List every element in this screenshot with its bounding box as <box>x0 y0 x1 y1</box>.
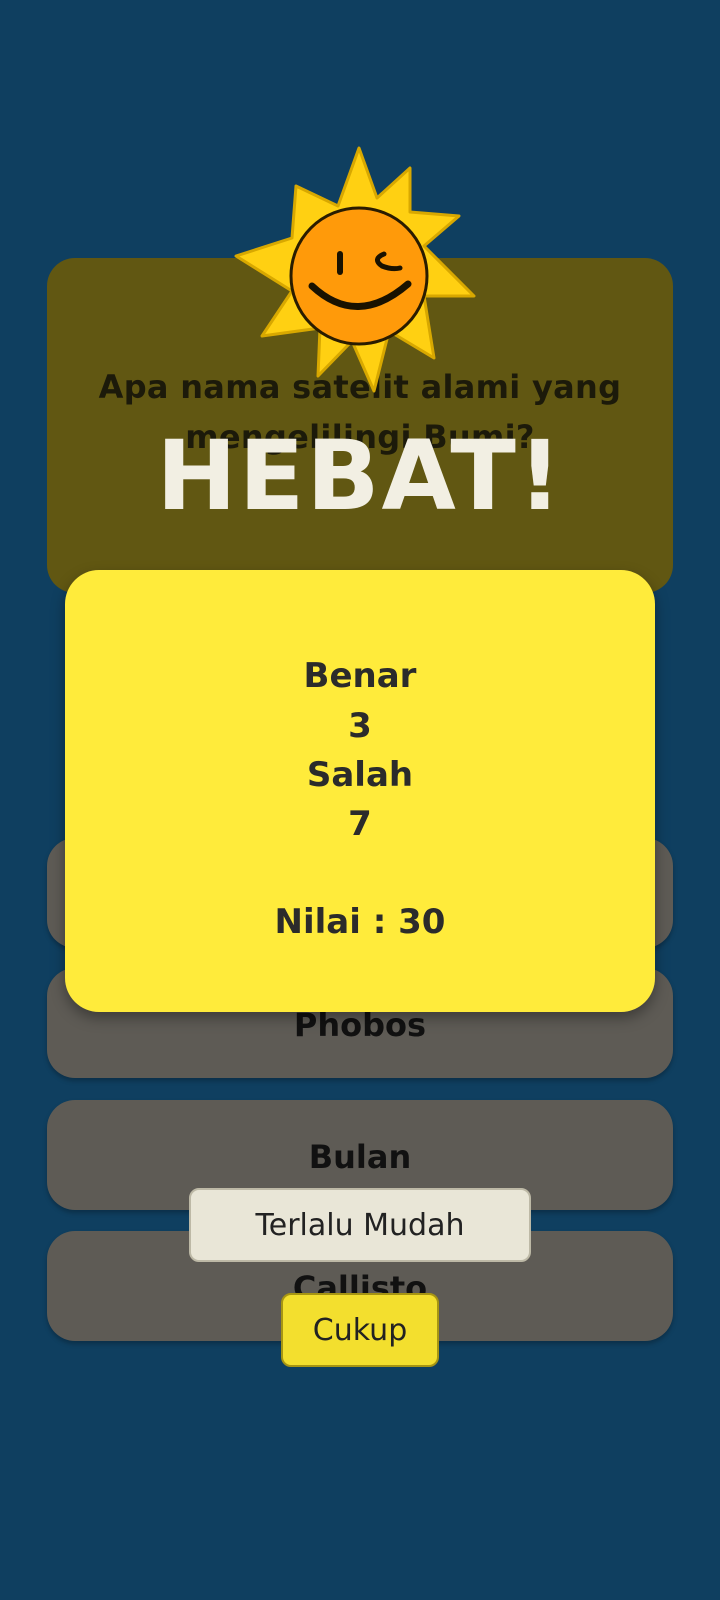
correct-label: Benar <box>303 656 417 696</box>
too-easy-button[interactable]: Terlalu Mudah <box>189 1188 531 1262</box>
enough-button[interactable]: Cukup <box>281 1293 439 1367</box>
answer-option-label: Bulan <box>308 1138 412 1176</box>
score-text: Nilai : 30 <box>274 902 446 942</box>
wrong-value: 7 <box>348 804 372 844</box>
winking-sun-icon <box>234 146 484 396</box>
wrong-label: Salah <box>306 755 414 795</box>
correct-value: 3 <box>348 706 372 746</box>
result-title: HEBAT! <box>156 420 564 532</box>
